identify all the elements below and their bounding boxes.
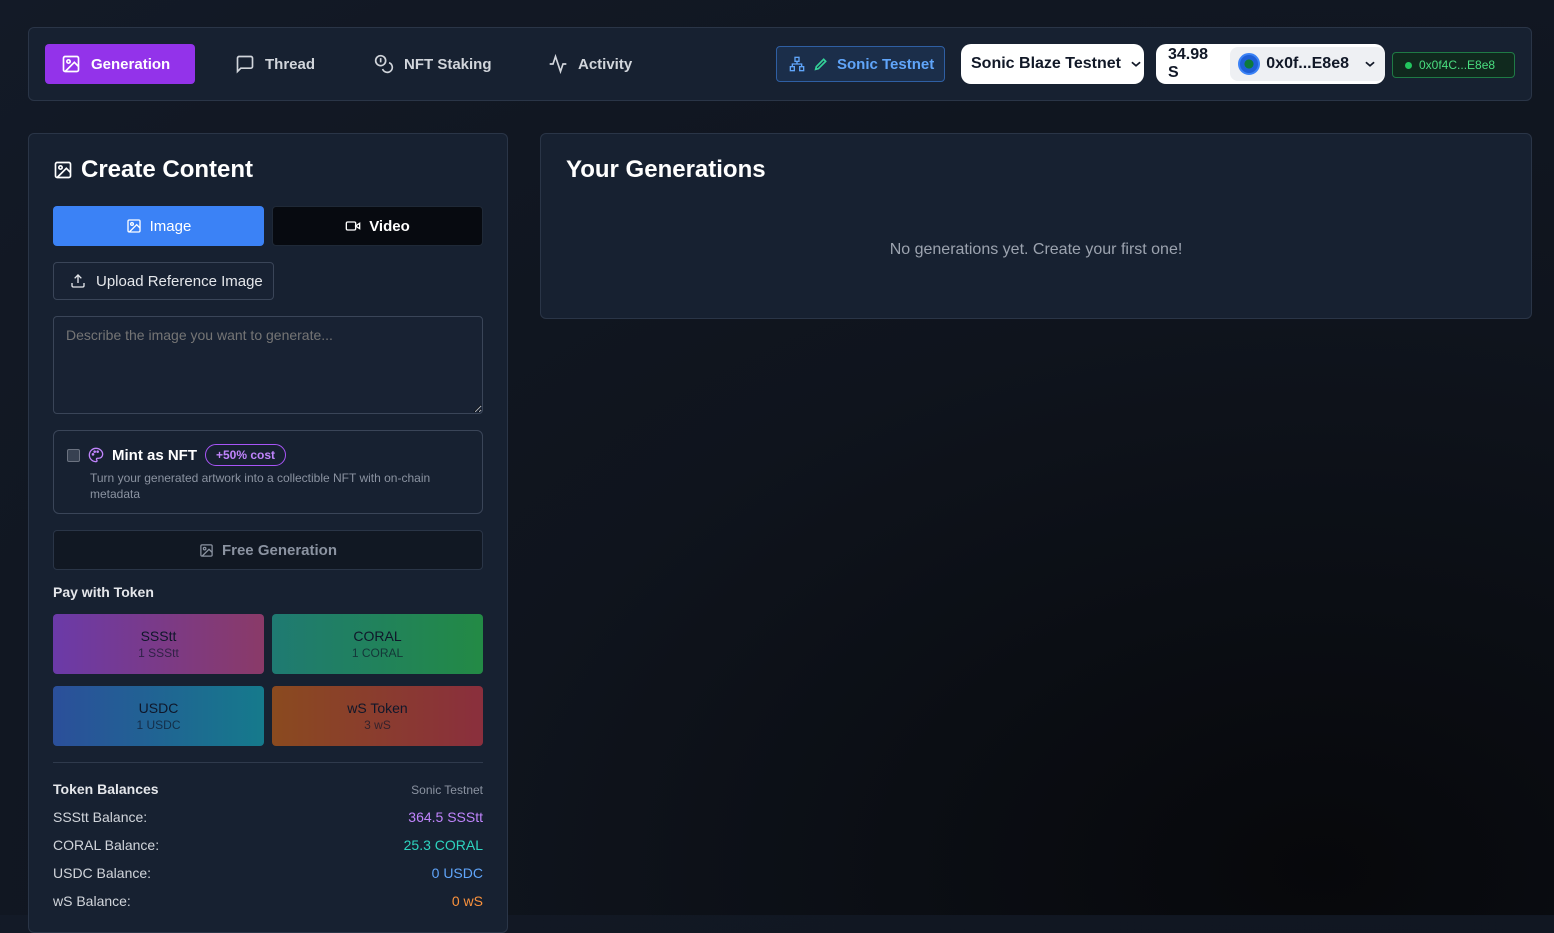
video-icon [345,218,361,234]
top-nav-bar: Generation Thread NFT Staking Activity S… [28,27,1532,101]
nav-tab-nft-staking[interactable]: NFT Staking [358,44,508,84]
nav-tab-label: Activity [578,55,633,73]
create-content-title: Create Content [53,156,253,184]
palette-icon [88,447,104,463]
mint-nft-option: Mint as NFT +50% cost Turn your generate… [53,430,483,514]
account-button[interactable]: 34.98 S 0x0f...E8e8 [1156,44,1385,84]
pencil-icon [813,56,829,72]
token-balances-header: Token Balances Sonic Testnet [53,781,483,797]
nav-tab-generation[interactable]: Generation [45,44,195,84]
pay-token-ssstt-button[interactable]: SSStt 1 SSStt [53,614,264,674]
image-icon [61,54,81,74]
your-generations-title: Your Generations [566,156,766,183]
balance-row-coral: CORAL Balance: 25.3 CORAL [53,837,483,853]
network-badge[interactable]: Sonic Testnet [776,46,945,82]
chevron-down-icon [1363,57,1377,71]
balance-label: CORAL Balance: [53,837,160,853]
network-icon [789,56,805,72]
nav-tab-label: Generation [91,55,171,73]
balance-row-ws: wS Balance: 0 wS [53,893,483,909]
account-address-pill[interactable]: 0x0f...E8e8 [1230,47,1385,81]
image-icon [53,160,73,180]
status-dot-icon [1405,61,1412,69]
mint-nft-label: Mint as NFT [112,446,197,464]
nav-tab-label: NFT Staking [404,55,492,73]
balance-label: USDC Balance: [53,865,152,881]
activity-icon [548,54,568,74]
token-cost: 1 CORAL [351,646,404,660]
token-name: USDC [138,700,179,716]
create-content-panel: Create Content Image Video Upload Refere… [28,133,508,933]
chain-selector[interactable]: Sonic Blaze Testnet [961,44,1144,84]
token-name: SSStt [140,628,177,644]
balance-value: 0 wS [451,893,483,909]
cost-badge: +50% cost [205,444,287,466]
free-generation-label: Free Generation [221,541,338,559]
nav-tab-thread[interactable]: Thread [219,44,331,84]
token-name: CORAL [353,628,402,644]
chain-name: Sonic Blaze Testnet [971,55,1121,72]
coins-icon [374,54,394,74]
panel-title-text: Create Content [81,156,254,183]
mint-nft-row: Mint as NFT +50% cost [88,444,287,466]
balance-value: 0 USDC [431,865,483,881]
message-icon [235,54,255,74]
nav-tab-activity[interactable]: Activity [532,44,648,84]
tab-image[interactable]: Image [53,206,264,246]
balance-value: 364.5 SSStt [408,809,483,825]
upload-icon [70,273,86,289]
pay-with-token-heading: Pay with Token [53,584,154,600]
pay-token-usdc-button[interactable]: USDC 1 USDC [53,686,264,746]
pay-token-ws-button[interactable]: wS Token 3 wS [272,686,483,746]
upload-reference-button[interactable]: Upload Reference Image [53,262,274,300]
wallet-balance: 34.98 S [1168,46,1209,81]
free-generation-button[interactable]: Free Generation [53,530,483,570]
prompt-input[interactable] [53,316,483,414]
tab-video[interactable]: Video [272,206,483,246]
empty-state-message: No generations yet. Create your first on… [889,241,1183,258]
divider [53,762,483,763]
tab-image-label: Image [149,217,192,235]
balance-value: 25.3 CORAL [403,837,483,853]
avatar [1238,53,1261,75]
image-icon [199,543,214,558]
network-label: Sonic Testnet [837,55,935,73]
upload-label: Upload Reference Image [96,272,263,290]
token-name: wS Token [347,700,408,716]
chevron-down-icon [1129,57,1143,71]
tab-video-label: Video [369,217,410,235]
mint-nft-description: Turn your generated artwork into a colle… [90,471,431,501]
connected-address: 0x0f4C...E8e8 [1419,58,1496,72]
pay-token-coral-button[interactable]: CORAL 1 CORAL [272,614,483,674]
your-generations-panel: Your Generations No generations yet. Cre… [540,133,1532,319]
mint-nft-checkbox[interactable] [67,449,80,462]
token-cost: 3 wS [364,718,391,732]
balance-label: wS Balance: [53,893,131,909]
account-address: 0x0f...E8e8 [1266,55,1349,72]
balance-label: SSStt Balance: [53,809,148,825]
connection-status-badge: 0x0f4C...E8e8 [1392,52,1515,78]
nav-tab-label: Thread [265,55,316,73]
balance-row-ssstt: SSStt Balance: 364.5 SSStt [53,809,483,825]
token-balances-title: Token Balances [53,781,159,797]
balance-row-usdc: USDC Balance: 0 USDC [53,865,483,881]
token-balances-network: Sonic Testnet [411,783,483,797]
token-cost: 1 SSStt [138,646,179,660]
image-icon [126,218,142,234]
token-cost: 1 USDC [136,718,181,732]
